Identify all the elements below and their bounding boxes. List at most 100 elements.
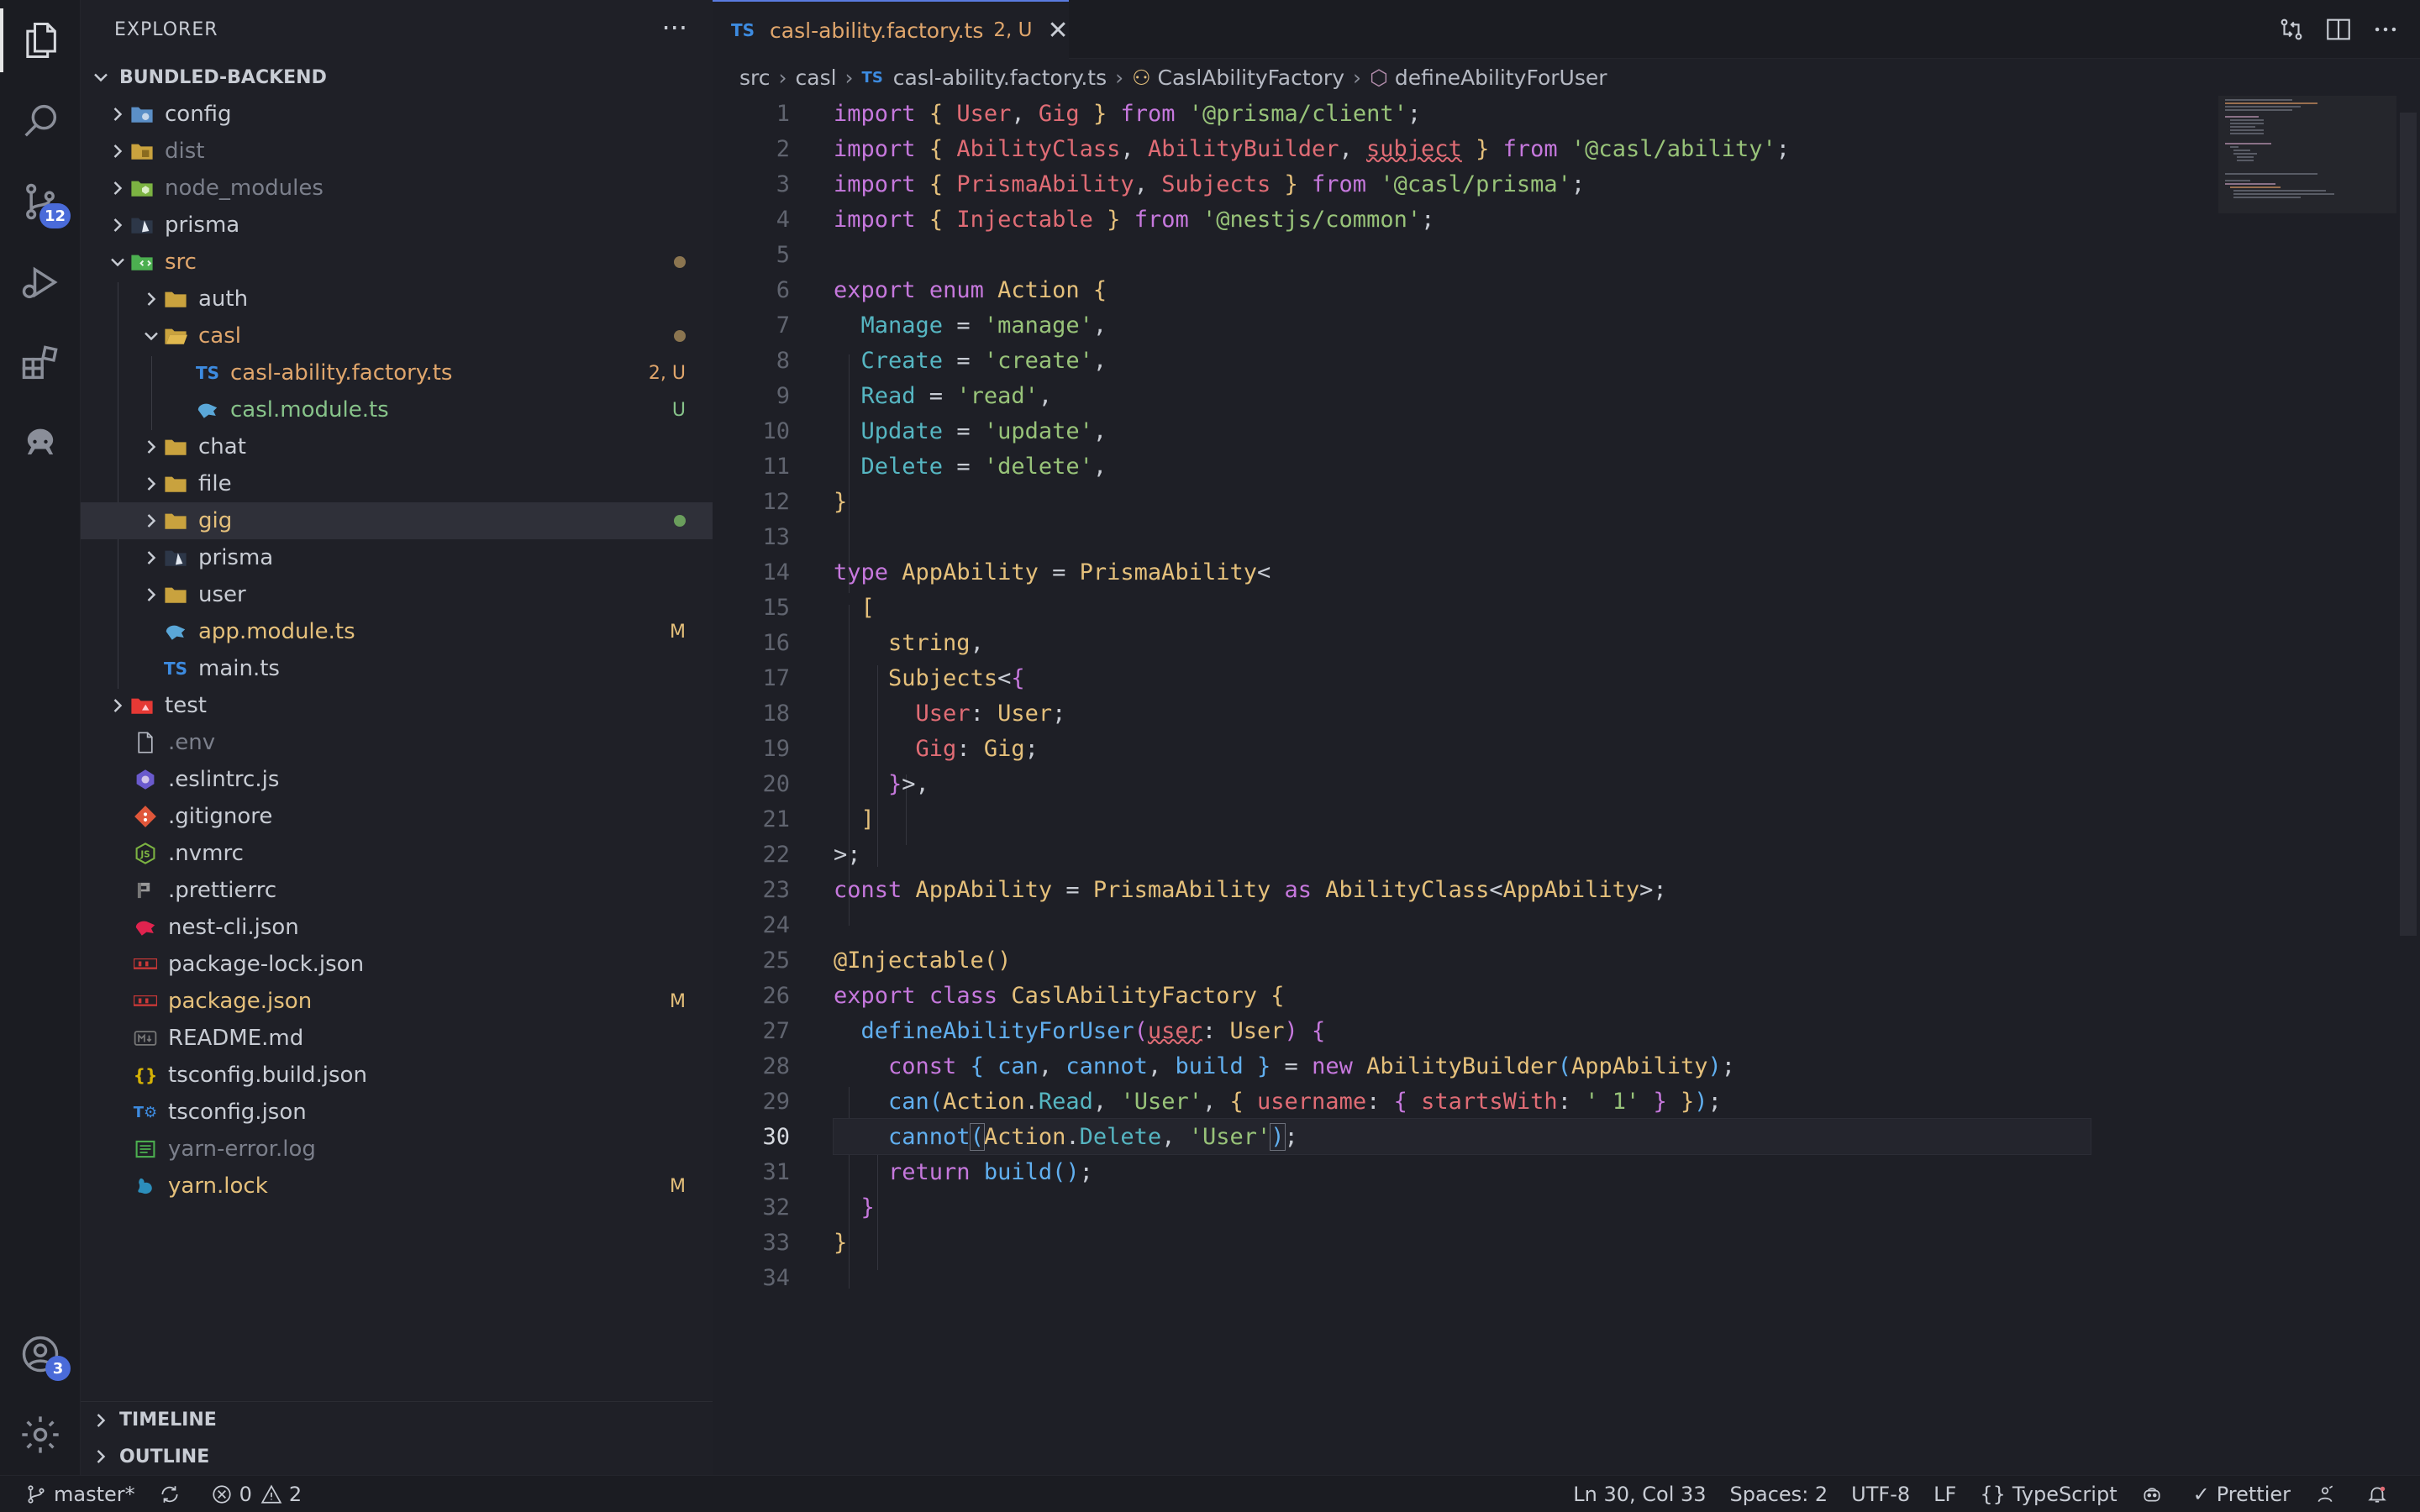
minimap[interactable] [2218, 96, 2396, 213]
line-number: 15 [762, 594, 790, 621]
tree-item-tsconfig-build[interactable]: {} tsconfig.build.json [81, 1057, 713, 1094]
compare-changes-icon[interactable] [2277, 15, 2306, 47]
copilot-icon[interactable] [2129, 1476, 2181, 1512]
git-status: M [670, 621, 686, 643]
tree-item-src[interactable]: src [81, 244, 713, 281]
prettier-status[interactable]: ✓ Prettier [2181, 1476, 2302, 1512]
breadcrumb-item[interactable]: defineAbilityForUser [1395, 66, 1607, 90]
tree-item-casl-ability-factory[interactable]: TS casl-ability.factory.ts 2, U [81, 354, 713, 391]
tree-item-yarn-error-log[interactable]: yarn-error.log [81, 1131, 713, 1168]
tree-item-prettierrc[interactable]: .prettierrc [81, 872, 713, 909]
settings-gear-icon[interactable] [0, 1394, 81, 1475]
tree-item-env[interactable]: .env [81, 724, 713, 761]
code-line: 19 Gig: Gig; [713, 731, 2218, 766]
code-line: 10 Update = 'update', [713, 413, 2218, 449]
tree-item-casl[interactable]: casl [81, 318, 713, 354]
cursor-position[interactable]: Ln 30, Col 33 [1561, 1476, 1718, 1512]
line-number: 21 [762, 806, 790, 832]
tree-item-label: tsconfig.json [168, 1100, 307, 1125]
tree-item-user[interactable]: user [81, 576, 713, 613]
code-line: 3 import { PrismaAbility, Subjects } from… [713, 166, 2218, 202]
editor-scrollbar[interactable] [2396, 96, 2420, 1475]
code-line: 33} [713, 1225, 2218, 1260]
chevron-right-icon [139, 546, 163, 570]
code-line: 32 } [713, 1189, 2218, 1225]
breadcrumb-item[interactable]: casl [796, 66, 837, 90]
tree-item-nvmrc[interactable]: JS .nvmrc [81, 835, 713, 872]
end-of-line[interactable]: LF [1922, 1476, 1968, 1512]
more-actions-icon[interactable] [2371, 15, 2400, 47]
language-mode[interactable]: {} TypeScript [1968, 1476, 2128, 1512]
split-editor-icon[interactable] [2324, 15, 2353, 47]
tree-item-yarn-lock[interactable]: yarn.lock M [81, 1168, 713, 1205]
more-actions-icon[interactable]: ··· [661, 12, 687, 44]
tree-item-tsconfig[interactable]: T⚙ tsconfig.json [81, 1094, 713, 1131]
tree-item-casl-module[interactable]: casl.module.ts U [81, 391, 713, 428]
code-line: 31 return build(); [713, 1154, 2218, 1189]
scrollbar-thumb[interactable] [2400, 113, 2417, 936]
error-count: 0 [239, 1482, 252, 1506]
github-octocat-icon[interactable] [0, 403, 81, 484]
tree-item-gitignore[interactable]: .gitignore [81, 798, 713, 835]
tab-status: 2, U [993, 19, 1033, 41]
line-number: 24 [762, 911, 790, 938]
notifications-bell-icon[interactable] [2354, 1476, 2420, 1512]
git-branch[interactable]: master* [0, 1476, 147, 1512]
breadcrumb-item[interactable]: CaslAbilityFactory [1158, 66, 1344, 90]
tree-item-package-lock[interactable]: package-lock.json [81, 946, 713, 983]
tree-item-auth[interactable]: auth [81, 281, 713, 318]
accounts-icon[interactable]: 3 [0, 1314, 81, 1394]
close-icon[interactable]: ✕ [1047, 16, 1068, 45]
breadcrumb-item[interactable]: src [739, 66, 771, 90]
error-icon [213, 1484, 231, 1504]
source-control-icon[interactable]: 12 [0, 161, 81, 242]
indentation[interactable]: Spaces: 2 [1718, 1476, 1840, 1512]
chevron-right-icon [139, 435, 163, 459]
code-line: 25 @Injectable() [713, 942, 2218, 978]
tree-item-readme[interactable]: README.md [81, 1020, 713, 1057]
tree-item-main-ts[interactable]: TS main.ts [81, 650, 713, 687]
line-number: 8 [776, 347, 790, 374]
encoding[interactable]: UTF-8 [1839, 1476, 1922, 1512]
tree-item-dist[interactable]: dist [81, 133, 713, 170]
outline-section[interactable]: OUTLINE [81, 1438, 713, 1475]
tree-item-node-modules[interactable]: node_modules [81, 170, 713, 207]
sync-button[interactable] [147, 1476, 199, 1512]
tree-item-file[interactable]: file [81, 465, 713, 502]
code-line: 26 export class CaslAbilityFactory { [713, 978, 2218, 1013]
feedback-icon[interactable] [2302, 1476, 2354, 1512]
line-number: 28 [762, 1053, 790, 1079]
line-number: 4 [776, 206, 790, 233]
search-icon[interactable] [0, 81, 81, 161]
tree-item-src-prisma[interactable]: prisma [81, 539, 713, 576]
tab-casl-ability-factory[interactable]: TS casl-ability.factory.ts 2, U ✕ [713, 0, 1069, 59]
tree-item-eslintrc[interactable]: .eslintrc.js [81, 761, 713, 798]
problems-indicator[interactable]: 0 2 [199, 1476, 314, 1512]
tree-item-chat[interactable]: chat [81, 428, 713, 465]
tree-item-test[interactable]: test [81, 687, 713, 724]
tree-item-prisma[interactable]: prisma [81, 207, 713, 244]
breadcrumb-item[interactable]: casl-ability.factory.ts [893, 66, 1107, 90]
git-status: M [670, 990, 686, 1012]
code-editor[interactable]: 1 import { User, Gig } from '@prisma/clie… [713, 96, 2218, 1475]
line-number: 12 [762, 488, 790, 515]
tree-item-gig[interactable]: gig [81, 502, 713, 539]
line-number: 13 [762, 523, 790, 550]
run-debug-icon[interactable] [0, 242, 81, 323]
tree-item-config[interactable]: config [81, 96, 713, 133]
tree-item-app-module[interactable]: app.module.ts M [81, 613, 713, 650]
tree-item-package-json[interactable]: package.json M [81, 983, 713, 1020]
problem-dot [674, 330, 686, 342]
workspace-root[interactable]: BUNDLED-BACKEND [81, 60, 713, 94]
tree-item-label: auth [198, 286, 249, 312]
line-number: 17 [762, 664, 790, 691]
modified-dot [674, 515, 686, 527]
folder-test-icon [129, 693, 155, 718]
tree-item-nest-cli[interactable]: nest-cli.json [81, 909, 713, 946]
timeline-section[interactable]: TIMELINE [81, 1401, 713, 1438]
extensions-icon[interactable] [0, 323, 81, 403]
line-number: 25 [762, 947, 790, 974]
explorer-icon[interactable] [0, 0, 81, 81]
tsconfig-icon: T⚙ [133, 1103, 158, 1121]
chevron-right-icon [106, 176, 129, 200]
